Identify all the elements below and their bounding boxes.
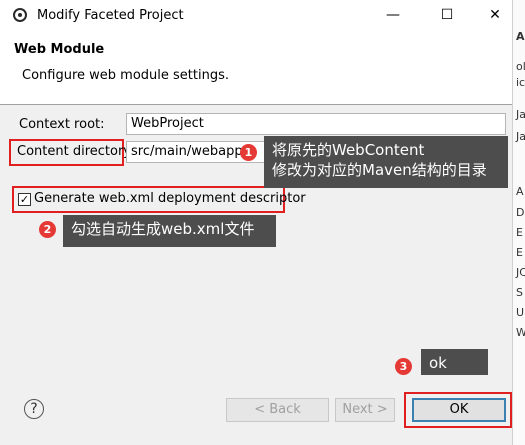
annotation-callout-2: 勾选自动生成web.xml文件 <box>63 215 276 247</box>
page-title: Web Module <box>14 42 105 57</box>
title-bar: Modify Faceted Project — ☐ ✕ <box>0 0 512 32</box>
panel-text: JC <box>516 266 525 279</box>
wizard-header: Web Module Configure web module settings… <box>0 32 512 104</box>
panel-text: U <box>516 306 525 319</box>
annotation-text-1a: 将原先的WebContent <box>272 141 425 159</box>
panel-text: W <box>516 326 525 339</box>
panel-text: S <box>516 286 523 299</box>
window-title: Modify Faceted Project <box>37 8 184 23</box>
panel-text: A <box>516 185 524 198</box>
button-bar: ? < Back Next > OK <box>0 375 512 445</box>
content-directory-label: Content directory: <box>17 144 135 159</box>
help-icon[interactable]: ? <box>24 399 44 419</box>
panel-text: ol <box>516 60 525 73</box>
back-button[interactable]: < Back <box>226 398 329 422</box>
panel-text: ic <box>516 76 525 89</box>
annotation-badge-1: 1 <box>240 144 257 161</box>
ok-button[interactable]: OK <box>412 398 506 422</box>
form-area: Context root: WebProject Content directo… <box>0 105 512 382</box>
maximize-icon[interactable]: ☐ <box>432 4 462 26</box>
context-root-label: Context root: <box>19 117 105 132</box>
close-icon[interactable]: ✕ <box>480 4 510 26</box>
generate-descriptor-label: Generate web.xml deployment descriptor <box>34 191 306 206</box>
panel-text: Ja <box>516 108 525 121</box>
annotation-text-1b: 修改为对应的Maven结构的目录 <box>272 161 487 179</box>
annotation-callout-1: 将原先的WebContent 修改为对应的Maven结构的目录 <box>264 136 508 188</box>
panel-text: D <box>516 206 525 219</box>
context-root-input[interactable]: WebProject <box>126 113 506 135</box>
panel-text: E <box>516 226 523 239</box>
background-ide-panel: Ap ol ic Ja Ja A D E E JC S U W <box>512 0 525 445</box>
annotation-badge-3: 3 <box>395 358 412 375</box>
panel-text: Ja <box>516 130 525 143</box>
panel-text: E <box>516 246 523 259</box>
panel-text: Ap <box>516 30 525 43</box>
annotation-badge-2: 2 <box>39 221 56 238</box>
generate-descriptor-checkbox[interactable]: ✓ <box>18 193 31 206</box>
eclipse-icon <box>13 8 27 22</box>
page-description: Configure web module settings. <box>22 68 229 83</box>
minimize-icon[interactable]: — <box>378 4 408 26</box>
next-button[interactable]: Next > <box>335 398 395 422</box>
